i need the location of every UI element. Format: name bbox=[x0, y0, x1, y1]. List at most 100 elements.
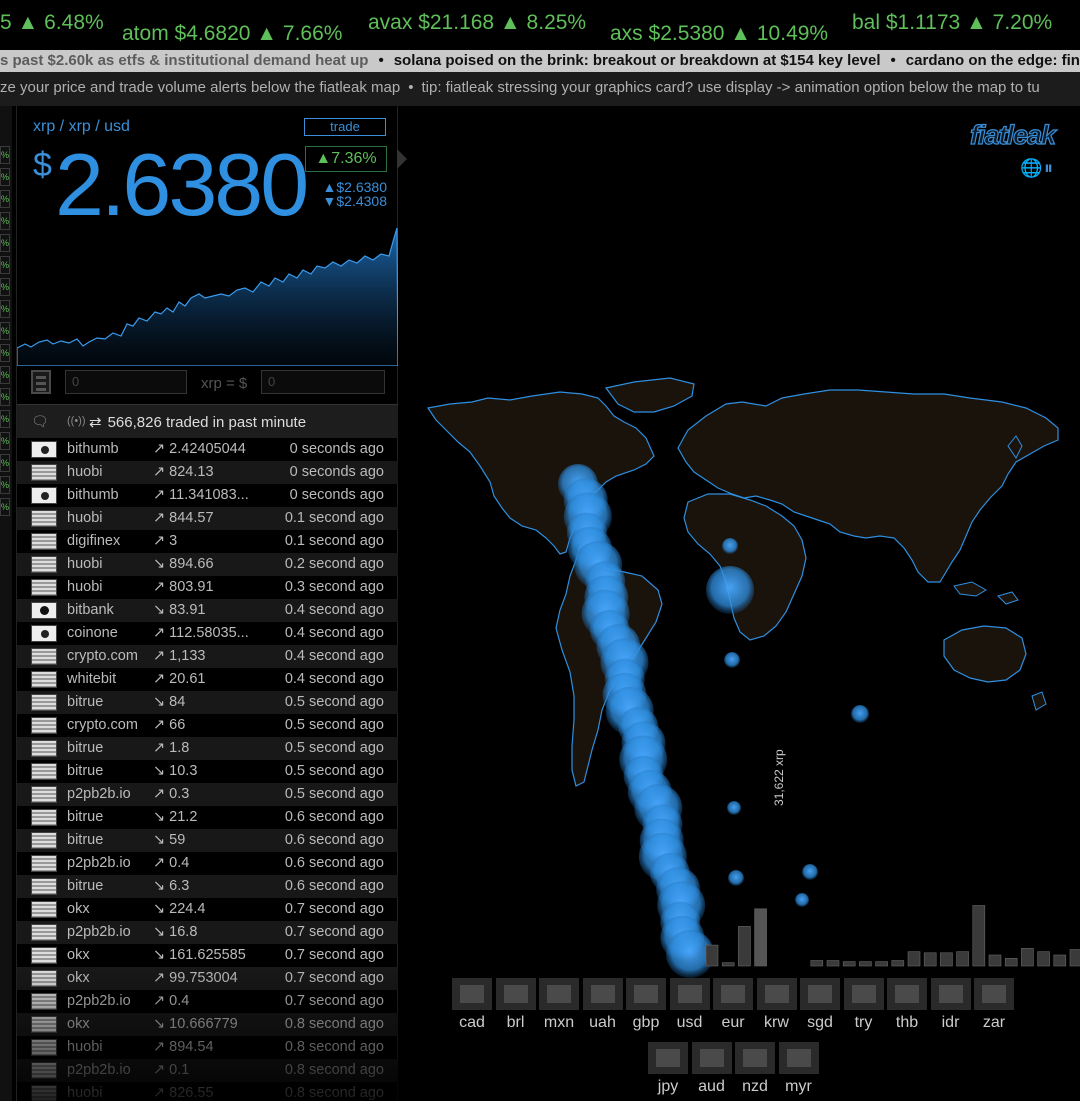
trade-row[interactable]: bithumb ↗ 2.42405044 0 seconds ago bbox=[17, 438, 398, 461]
fiatleak-logo[interactable]: fiatleak bbox=[969, 119, 1056, 151]
trade-row[interactable]: bitrue ↘ 84 0.5 second ago bbox=[17, 691, 398, 714]
trade-row[interactable]: huobi ↗ 844.57 0.1 second ago bbox=[17, 507, 398, 530]
strip-cell[interactable]: % bbox=[0, 498, 10, 516]
pause-icon[interactable]: ⏸ bbox=[1044, 158, 1053, 179]
volume-bar[interactable] bbox=[940, 952, 953, 967]
crypto-amount-input[interactable]: 0 bbox=[65, 370, 187, 394]
currency-myr[interactable]: myr bbox=[778, 1042, 819, 1101]
trade-row[interactable]: huobi ↗ 826.55 0.8 second ago bbox=[17, 1082, 398, 1101]
volume-bar[interactable] bbox=[1053, 954, 1067, 967]
strip-cell[interactable]: % bbox=[0, 454, 10, 472]
globe-icon[interactable]: 🌐 bbox=[1020, 158, 1042, 179]
strip-cell[interactable]: % bbox=[0, 278, 10, 296]
trade-row[interactable]: bitbank ↘ 83.91 0.4 second ago bbox=[17, 599, 398, 622]
ticker-item[interactable]: bal $1.1173 ▲ 7.20% bbox=[852, 11, 1052, 35]
trade-row[interactable]: p2pb2b.io ↗ 0.4 0.6 second ago bbox=[17, 852, 398, 875]
strip-cell[interactable]: % bbox=[0, 322, 10, 340]
ticker-item[interactable]: atom $4.6820 ▲ 7.66% bbox=[122, 22, 342, 46]
chat-icon[interactable]: 🗨 bbox=[31, 413, 49, 430]
strip-cell[interactable]: % bbox=[0, 256, 10, 274]
strip-cell[interactable]: % bbox=[0, 432, 10, 450]
price-chart[interactable] bbox=[16, 226, 399, 367]
volume-bar[interactable] bbox=[1021, 948, 1034, 967]
trade-row[interactable]: p2pb2b.io ↗ 0.3 0.5 second ago bbox=[17, 783, 398, 806]
currency-usd[interactable]: usd bbox=[669, 978, 710, 1038]
volume-bar[interactable] bbox=[907, 951, 921, 967]
strip-cell[interactable]: % bbox=[0, 410, 10, 428]
currency-eur[interactable]: eur bbox=[713, 978, 753, 1038]
strip-cell[interactable]: % bbox=[0, 234, 10, 252]
volume-bar[interactable] bbox=[826, 960, 840, 967]
trade-row[interactable]: huobi ↗ 824.13 0 seconds ago bbox=[17, 461, 398, 484]
trade-row[interactable]: whitebit ↗ 20.61 0.4 second ago bbox=[17, 668, 398, 691]
ticker-item[interactable]: 5 ▲ 6.48% bbox=[0, 11, 104, 35]
trade-row[interactable]: huobi ↘ 894.66 0.2 second ago bbox=[17, 553, 398, 576]
currency-zar[interactable]: zar bbox=[974, 978, 1014, 1038]
trade-row[interactable]: okx ↗ 99.753004 0.7 second ago bbox=[17, 967, 398, 990]
volume-bar[interactable] bbox=[810, 960, 824, 967]
volume-bar[interactable] bbox=[721, 962, 735, 967]
strip-cell[interactable]: % bbox=[0, 168, 10, 186]
currency-mxn[interactable]: mxn bbox=[539, 978, 579, 1038]
volume-bar[interactable] bbox=[875, 961, 888, 967]
news-item[interactable]: cardano on the edge: fina bbox=[906, 52, 1080, 69]
volume-bar[interactable] bbox=[891, 960, 905, 967]
strip-cell[interactable]: % bbox=[0, 146, 10, 164]
trades-list[interactable]: bithumb ↗ 2.42405044 0 seconds ago huobi ↗ 8… bbox=[17, 438, 398, 1101]
trade-row[interactable]: coinone ↗ 112.58035... 0.4 second ago bbox=[17, 622, 398, 645]
trade-row[interactable]: bitrue ↘ 59 0.6 second ago bbox=[17, 829, 398, 852]
broadcast-icon[interactable]: ((•)) bbox=[67, 415, 86, 427]
currency-thb[interactable]: thb bbox=[887, 978, 927, 1038]
trade-row[interactable]: huobi ↗ 803.91 0.3 second ago bbox=[17, 576, 398, 599]
currency-brl[interactable]: brl bbox=[495, 978, 536, 1038]
currency-aud[interactable]: aud bbox=[691, 1042, 732, 1101]
currency-uah[interactable]: uah bbox=[582, 978, 623, 1038]
strip-cell[interactable]: % bbox=[0, 344, 10, 362]
trade-row[interactable]: bitrue ↗ 1.8 0.5 second ago bbox=[17, 737, 398, 760]
strip-cell[interactable]: % bbox=[0, 476, 10, 494]
news-item[interactable]: s past $2.60k as etfs & institutional de… bbox=[0, 52, 368, 69]
trade-row[interactable]: crypto.com ↗ 66 0.5 second ago bbox=[17, 714, 398, 737]
currency-nzd[interactable]: nzd bbox=[735, 1042, 775, 1101]
calculator-icon[interactable] bbox=[31, 370, 51, 394]
trade-row[interactable]: bitrue ↘ 6.3 0.6 second ago bbox=[17, 875, 398, 898]
strip-cell[interactable]: % bbox=[0, 366, 10, 384]
volume-bar[interactable] bbox=[705, 944, 719, 967]
strip-cell[interactable]: % bbox=[0, 300, 10, 318]
currency-idr[interactable]: idr bbox=[930, 978, 971, 1038]
volume-bar[interactable] bbox=[956, 951, 969, 967]
currency-gbp[interactable]: gbp bbox=[626, 978, 666, 1038]
trade-row[interactable]: bitrue ↘ 10.3 0.5 second ago bbox=[17, 760, 398, 783]
trade-row[interactable]: bitrue ↘ 21.2 0.6 second ago bbox=[17, 806, 398, 829]
news-ticker[interactable]: s past $2.60k as etfs & institutional de… bbox=[0, 50, 1080, 72]
trade-row[interactable]: okx ↘ 224.4 0.7 second ago bbox=[17, 898, 398, 921]
volume-bar[interactable] bbox=[842, 961, 856, 967]
strip-cell[interactable]: % bbox=[0, 190, 10, 208]
trade-row[interactable]: crypto.com ↗ 1,133 0.4 second ago bbox=[17, 645, 398, 668]
currency-try[interactable]: try bbox=[843, 978, 884, 1038]
trade-button[interactable]: trade bbox=[304, 118, 386, 136]
strip-cell[interactable]: % bbox=[0, 212, 10, 230]
volume-bar[interactable] bbox=[1069, 949, 1080, 967]
world-map[interactable]: fiatleak 🌐 ⏸ 31,622 xrp bbox=[410, 106, 1080, 1101]
volume-bar[interactable] bbox=[988, 954, 1002, 967]
trade-row[interactable]: bithumb ↗ 11.341083... 0 seconds ago bbox=[17, 484, 398, 507]
currency-sgd[interactable]: sgd bbox=[800, 978, 840, 1038]
trade-row[interactable]: p2pb2b.io ↗ 0.4 0.7 second ago bbox=[17, 990, 398, 1013]
volume-bar[interactable] bbox=[972, 905, 986, 967]
currency-jpy[interactable]: jpy bbox=[648, 1042, 688, 1101]
strip-cell[interactable]: % bbox=[0, 388, 10, 406]
trade-row[interactable]: okx ↘ 161.625585 0.7 second ago bbox=[17, 944, 398, 967]
trade-row[interactable]: p2pb2b.io ↗ 0.1 0.8 second ago bbox=[17, 1059, 398, 1082]
volume-bar[interactable] bbox=[1004, 958, 1018, 967]
volume-bar[interactable] bbox=[738, 926, 751, 967]
ticker-item[interactable]: axs $2.5380 ▲ 10.49% bbox=[610, 22, 828, 46]
news-item[interactable]: solana poised on the brink: breakout or … bbox=[394, 52, 881, 69]
currency-krw[interactable]: krw bbox=[756, 978, 797, 1038]
trade-row[interactable]: okx ↘ 10.666779 0.8 second ago bbox=[17, 1013, 398, 1036]
trade-row[interactable]: digifinex ↗ 3 0.1 second ago bbox=[17, 530, 398, 553]
usd-amount-input[interactable]: 0 bbox=[261, 370, 385, 394]
currency-cad[interactable]: cad bbox=[452, 978, 492, 1038]
trade-row[interactable]: p2pb2b.io ↘ 16.8 0.7 second ago bbox=[17, 921, 398, 944]
ticker-item[interactable]: avax $21.168 ▲ 8.25% bbox=[368, 11, 586, 35]
